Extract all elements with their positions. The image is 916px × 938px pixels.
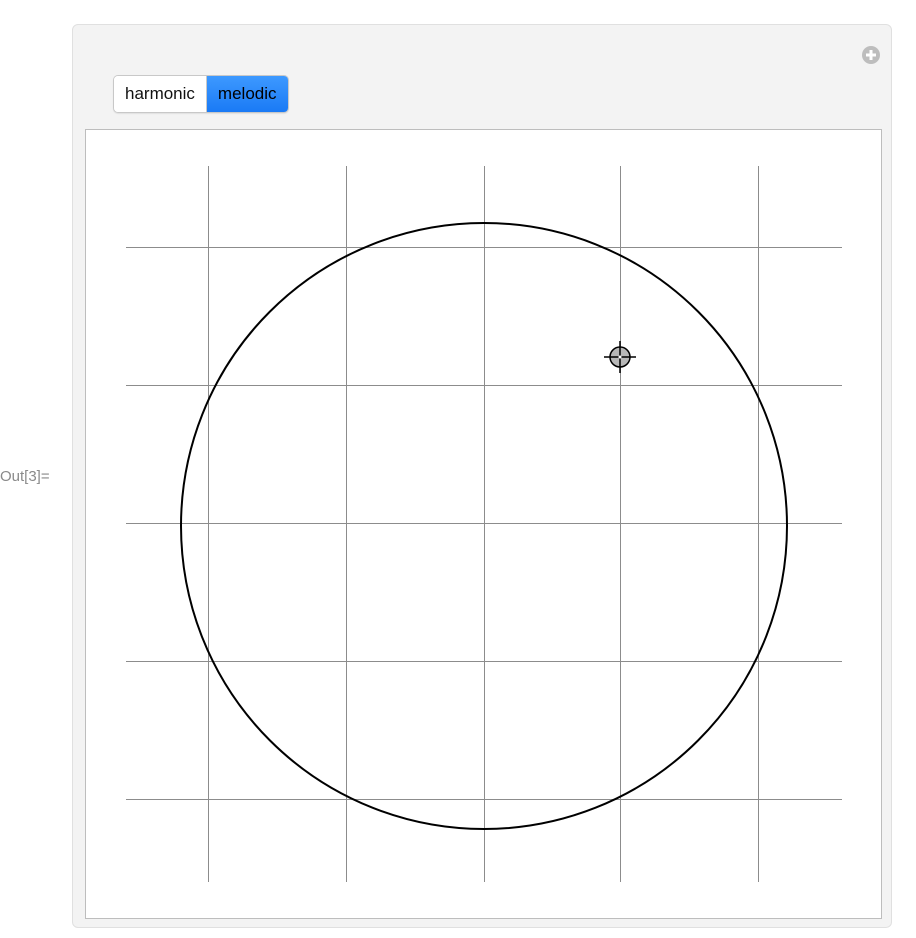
plot-canvas [126, 166, 842, 882]
plot-area [85, 129, 882, 919]
plus-circle-icon[interactable] [861, 45, 881, 65]
crosshair-locator-icon[interactable] [604, 341, 636, 373]
manipulate-panel: harmonic melodic [72, 24, 892, 928]
harmonic-button[interactable]: harmonic [114, 76, 206, 112]
grid [126, 166, 842, 882]
mode-toggle: harmonic melodic [113, 75, 289, 113]
melodic-button[interactable]: melodic [206, 76, 288, 112]
output-cell-label: Out[3]= [0, 468, 50, 485]
